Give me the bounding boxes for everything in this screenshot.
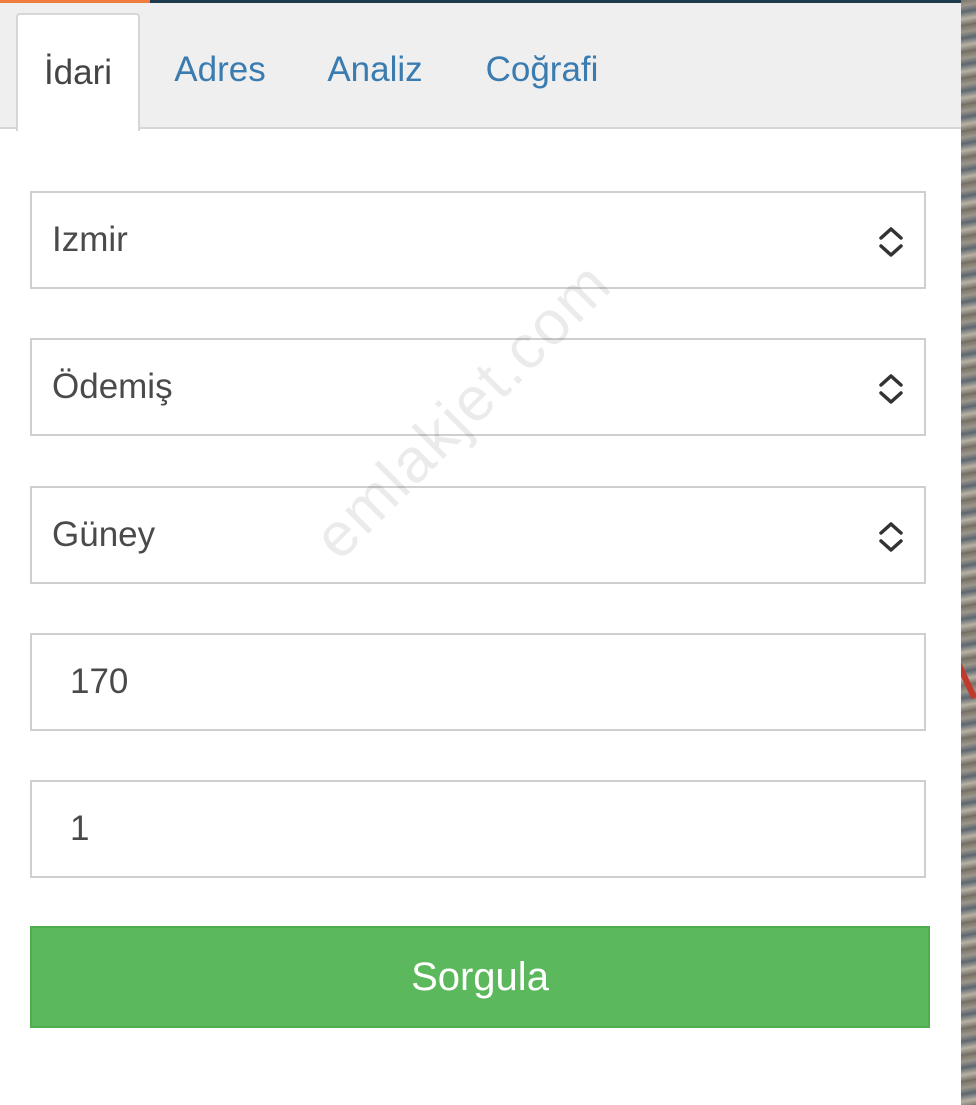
- up-down-chevron-icon: [879, 227, 903, 257]
- parcel-input-value: 1: [70, 809, 90, 848]
- query-panel: İdari Adres Analiz Coğrafi Izmir Ödemiş: [0, 3, 961, 1105]
- page: İdari Adres Analiz Coğrafi Izmir Ödemiş: [0, 0, 976, 1105]
- tab-analiz-label: Analiz: [327, 50, 423, 89]
- sorgula-button-label: Sorgula: [411, 954, 549, 999]
- province-select[interactable]: Izmir: [30, 191, 926, 289]
- up-down-chevron-icon: [879, 374, 903, 404]
- parcel-input[interactable]: 1: [30, 780, 926, 878]
- neighborhood-select[interactable]: Güney: [30, 486, 926, 584]
- tab-analiz[interactable]: Analiz: [314, 13, 436, 127]
- neighborhood-select-value: Güney: [52, 515, 156, 554]
- tab-idari-label: İdari: [43, 53, 113, 92]
- block-input[interactable]: 170: [30, 633, 926, 731]
- tab-bar: İdari Adres Analiz Coğrafi: [0, 3, 961, 131]
- province-select-value: Izmir: [52, 220, 128, 259]
- tab-idari[interactable]: İdari: [16, 13, 140, 131]
- district-select-value: Ödemiş: [52, 367, 173, 406]
- district-select[interactable]: Ödemiş: [30, 338, 926, 436]
- tab-cografi[interactable]: Coğrafi: [470, 13, 614, 127]
- sorgula-button[interactable]: Sorgula: [30, 926, 930, 1028]
- block-input-value: 170: [70, 662, 129, 701]
- map-edge[interactable]: [954, 0, 976, 1105]
- up-down-chevron-icon: [879, 522, 903, 552]
- tab-adres[interactable]: Adres: [160, 13, 280, 127]
- tab-adres-label: Adres: [174, 50, 266, 89]
- tab-cografi-label: Coğrafi: [485, 50, 599, 89]
